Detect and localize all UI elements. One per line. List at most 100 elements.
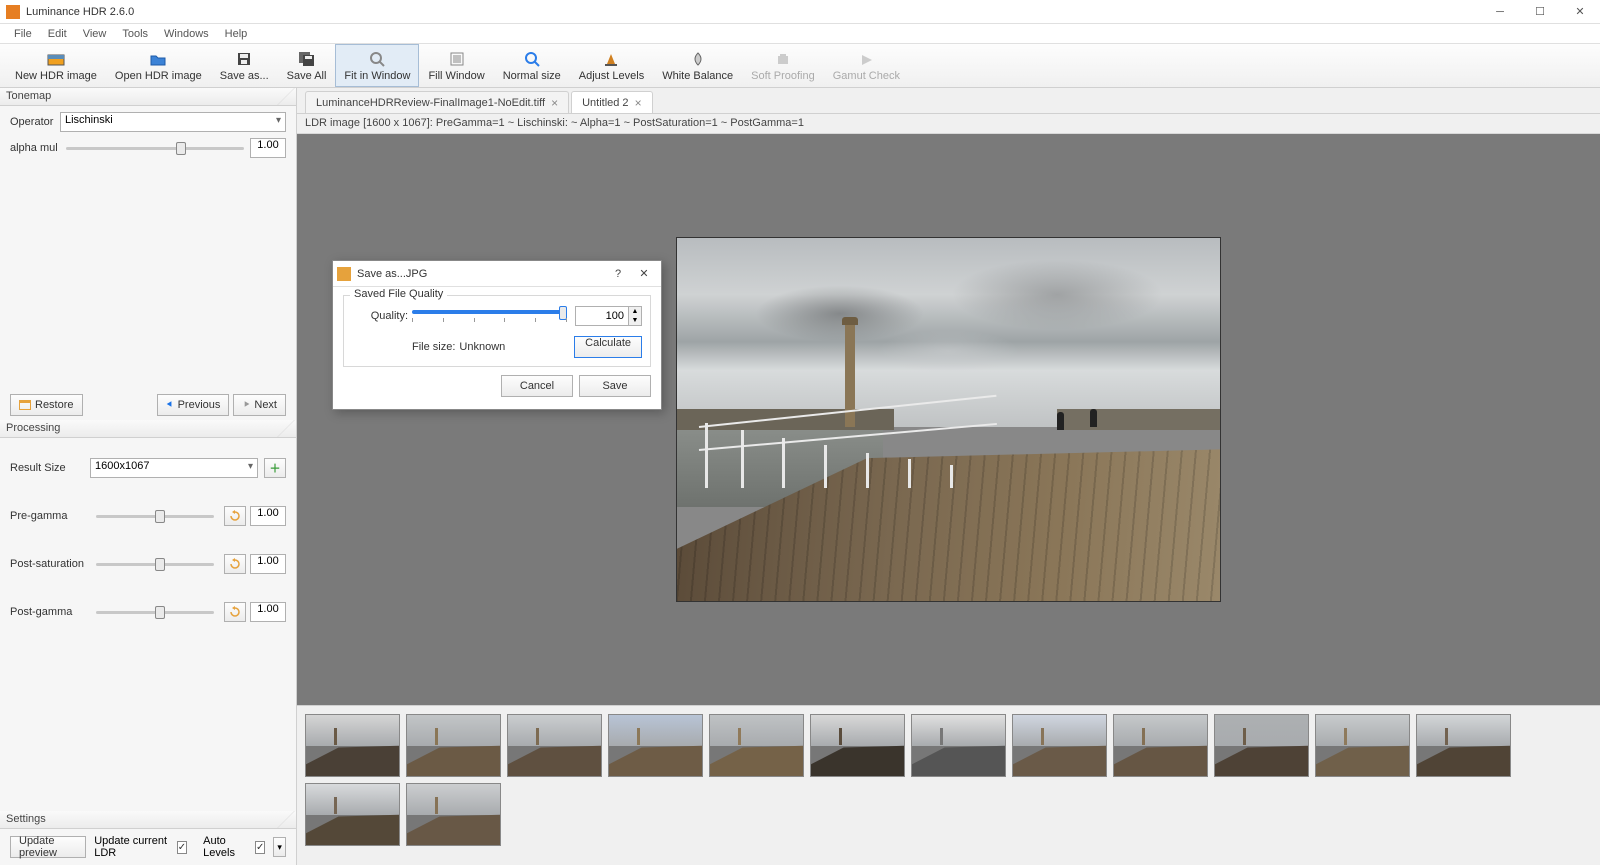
toolbar: New HDR image Open HDR image Save as... … bbox=[0, 44, 1600, 88]
open-hdr-button[interactable]: Open HDR image bbox=[106, 44, 211, 87]
thumbnail[interactable] bbox=[1012, 714, 1107, 777]
thumbnail[interactable] bbox=[810, 714, 905, 777]
menu-tools[interactable]: Tools bbox=[114, 26, 156, 42]
restore-button[interactable]: Restore bbox=[10, 394, 83, 416]
save-as-button[interactable]: Save as... bbox=[211, 44, 278, 87]
close-icon[interactable]: × bbox=[551, 96, 558, 110]
add-size-button[interactable]: ＋ bbox=[264, 458, 286, 478]
open-hdr-icon bbox=[149, 50, 167, 68]
post-gamma-slider[interactable] bbox=[96, 611, 214, 614]
fit-window-icon bbox=[368, 50, 386, 68]
menu-file[interactable]: File bbox=[6, 26, 40, 42]
update-ldr-checkbox[interactable]: ✓ bbox=[177, 841, 187, 854]
result-size-select[interactable]: 1600x1067 bbox=[90, 458, 258, 478]
thumbnail[interactable] bbox=[1214, 714, 1309, 777]
quality-spinbox[interactable]: ▲▼ bbox=[575, 306, 642, 326]
minimize-button[interactable]: ─ bbox=[1480, 0, 1520, 24]
post-gamma-reset[interactable] bbox=[224, 602, 246, 622]
calculate-button[interactable]: Calculate bbox=[574, 336, 642, 358]
app-icon bbox=[6, 5, 20, 19]
image-info: LDR image [1600 x 1067]: PreGamma=1 ~ Li… bbox=[297, 114, 1600, 134]
tonemap-heading: Tonemap bbox=[0, 88, 296, 106]
quality-label: Quality: bbox=[352, 310, 408, 322]
operator-label: Operator bbox=[10, 116, 60, 128]
close-icon[interactable]: × bbox=[635, 96, 642, 110]
menu-help[interactable]: Help bbox=[217, 26, 256, 42]
previous-button[interactable]: ⯇Previous bbox=[157, 394, 230, 416]
document-tabs: LuminanceHDRReview-FinalImage1-NoEdit.ti… bbox=[297, 88, 1600, 114]
adjust-levels-button[interactable]: Adjust Levels bbox=[570, 44, 653, 87]
thumbnail[interactable] bbox=[406, 783, 501, 846]
pre-gamma-slider[interactable] bbox=[96, 515, 214, 518]
file-size-value: Unknown bbox=[459, 341, 574, 353]
soft-proofing-icon bbox=[774, 50, 792, 68]
left-panel: Tonemap Operator Lischinski alpha mul 1.… bbox=[0, 88, 297, 865]
alpha-label: alpha mul bbox=[10, 142, 60, 154]
auto-levels-checkbox[interactable]: ✓ bbox=[255, 841, 265, 854]
new-hdr-button[interactable]: New HDR image bbox=[6, 44, 106, 87]
fill-window-icon bbox=[448, 50, 466, 68]
tab-untitled2[interactable]: Untitled 2 × bbox=[571, 91, 653, 113]
new-hdr-icon bbox=[47, 50, 65, 68]
settings-heading: Settings bbox=[0, 811, 296, 829]
soft-proofing-button[interactable]: Soft Proofing bbox=[742, 44, 824, 87]
thumbnail[interactable] bbox=[1416, 714, 1511, 777]
fit-window-button[interactable]: Fit in Window bbox=[335, 44, 419, 87]
menu-view[interactable]: View bbox=[75, 26, 115, 42]
alpha-slider[interactable] bbox=[66, 147, 244, 150]
thumbnail[interactable] bbox=[305, 783, 400, 846]
close-button[interactable]: ✕ bbox=[1560, 0, 1600, 24]
normal-size-icon bbox=[523, 50, 541, 68]
thumbnail[interactable] bbox=[1113, 714, 1208, 777]
operator-select[interactable]: Lischinski bbox=[60, 112, 286, 132]
gamut-check-button[interactable]: Gamut Check bbox=[824, 44, 909, 87]
thumbnail[interactable] bbox=[1315, 714, 1410, 777]
app-title: Luminance HDR 2.6.0 bbox=[26, 6, 1480, 18]
normal-size-button[interactable]: Normal size bbox=[494, 44, 570, 87]
thumbnail[interactable] bbox=[709, 714, 804, 777]
save-icon bbox=[235, 50, 253, 68]
spin-up[interactable]: ▲ bbox=[629, 307, 641, 316]
post-sat-label: Post-saturation bbox=[10, 558, 90, 570]
menubar: File Edit View Tools Windows Help bbox=[0, 24, 1600, 44]
alpha-value[interactable]: 1.00 bbox=[250, 138, 286, 158]
dialog-help-button[interactable]: ? bbox=[605, 263, 631, 285]
save-as-jpg-dialog: Save as...JPG ? ✕ Saved File Quality Qua… bbox=[332, 260, 662, 410]
titlebar: Luminance HDR 2.6.0 ─ ☐ ✕ bbox=[0, 0, 1600, 24]
menu-edit[interactable]: Edit bbox=[40, 26, 75, 42]
thumbnail[interactable] bbox=[507, 714, 602, 777]
cancel-button[interactable]: Cancel bbox=[501, 375, 573, 397]
post-sat-slider[interactable] bbox=[96, 563, 214, 566]
spin-down[interactable]: ▼ bbox=[629, 316, 641, 325]
pre-gamma-reset[interactable] bbox=[224, 506, 246, 526]
white-balance-button[interactable]: White Balance bbox=[653, 44, 742, 87]
thumbnail-strip bbox=[297, 705, 1600, 865]
settings-dropdown[interactable]: ▾ bbox=[273, 837, 286, 857]
update-preview-button[interactable]: Update preview bbox=[10, 836, 86, 858]
maximize-button[interactable]: ☐ bbox=[1520, 0, 1560, 24]
fill-window-button[interactable]: Fill Window bbox=[419, 44, 493, 87]
thumbnail[interactable] bbox=[406, 714, 501, 777]
image-viewer[interactable] bbox=[297, 134, 1600, 705]
restore-icon bbox=[19, 400, 31, 410]
save-all-button[interactable]: Save All bbox=[278, 44, 336, 87]
folder-icon bbox=[337, 267, 351, 281]
pre-gamma-value[interactable]: 1.00 bbox=[250, 506, 286, 526]
arrow-left-icon: ⯇ bbox=[166, 400, 174, 411]
tab-image1[interactable]: LuminanceHDRReview-FinalImage1-NoEdit.ti… bbox=[305, 91, 569, 113]
post-sat-value[interactable]: 1.00 bbox=[250, 554, 286, 574]
next-button[interactable]: ⯈Next bbox=[233, 394, 286, 416]
quality-slider[interactable] bbox=[412, 306, 567, 326]
save-button[interactable]: Save bbox=[579, 375, 651, 397]
thumbnail[interactable] bbox=[608, 714, 703, 777]
file-size-label: File size: bbox=[412, 341, 455, 353]
dialog-close-button[interactable]: ✕ bbox=[631, 263, 657, 285]
thumbnail[interactable] bbox=[305, 714, 400, 777]
preview-image bbox=[676, 237, 1221, 602]
post-sat-reset[interactable] bbox=[224, 554, 246, 574]
quality-input[interactable] bbox=[576, 307, 628, 325]
menu-windows[interactable]: Windows bbox=[156, 26, 217, 42]
result-size-label: Result Size bbox=[10, 462, 90, 474]
post-gamma-value[interactable]: 1.00 bbox=[250, 602, 286, 622]
thumbnail[interactable] bbox=[911, 714, 1006, 777]
